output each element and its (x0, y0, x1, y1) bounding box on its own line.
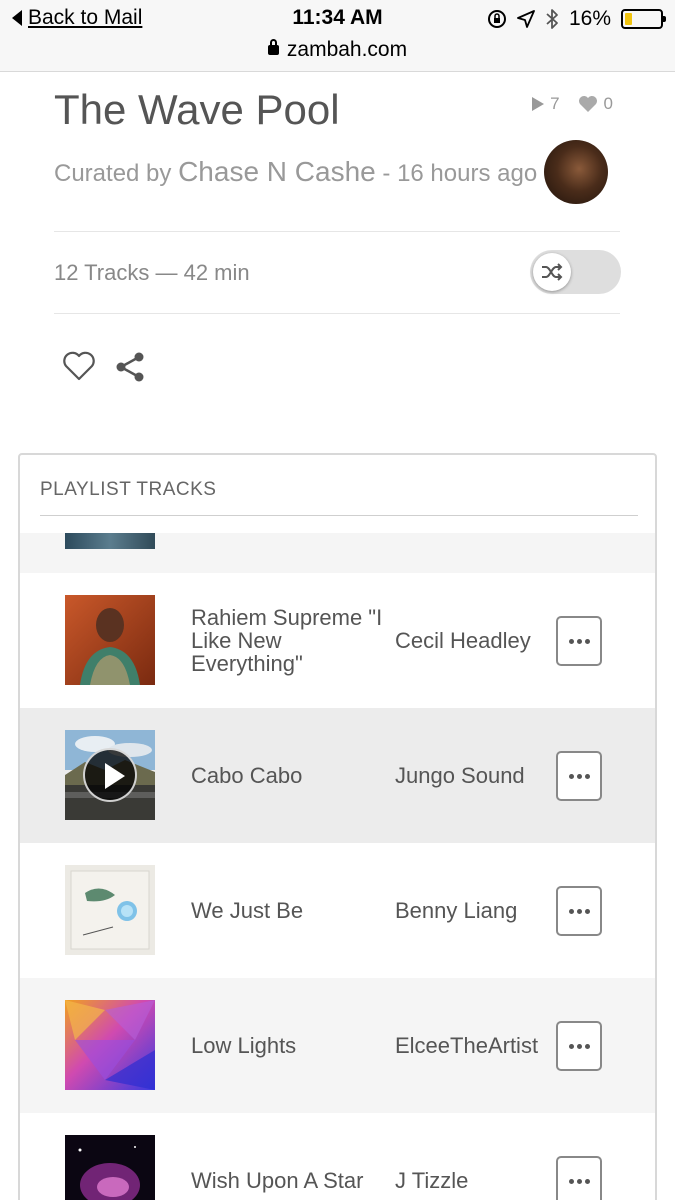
track-row[interactable]: Rahiem Supreme "I Like New Everything" C… (20, 573, 655, 708)
address-bar[interactable]: zambah.com (0, 38, 675, 62)
track-row-partial[interactable] (20, 533, 655, 573)
dot-icon (584, 773, 590, 779)
dot-icon (576, 638, 582, 644)
track-thumbnail (65, 1000, 155, 1090)
battery-fill (625, 13, 632, 25)
track-artist[interactable]: Jungo Sound (395, 708, 525, 843)
status-bar: Back to Mail 11:34 AM zambah.com 16% (0, 0, 675, 72)
dot-icon (568, 908, 574, 914)
curated-line: Curated by Chase N Cashe - 16 hours ago (54, 156, 537, 188)
tracks-summary: 12 Tracks — 42 min (54, 260, 250, 285)
track-row[interactable]: Wish Upon A Star J Tizzle (20, 1113, 655, 1200)
track-title[interactable]: We Just Be (191, 843, 396, 978)
time-ago: - 16 hours ago (382, 160, 538, 187)
track-thumbnail (65, 730, 155, 820)
share-icon[interactable] (114, 351, 146, 383)
playlist-stats: 7 0 (532, 94, 613, 114)
dot-icon (568, 638, 574, 644)
like-count: 0 (578, 94, 613, 114)
curator-avatar[interactable] (544, 140, 608, 204)
more-options-button[interactable] (556, 1021, 602, 1071)
shuffle-toggle[interactable] (530, 250, 621, 294)
dot-icon (576, 1043, 582, 1049)
lock-icon (267, 39, 279, 55)
divider (54, 313, 620, 314)
more-options-button[interactable] (556, 751, 602, 801)
track-thumbnail (65, 533, 155, 549)
track-title[interactable]: Low Lights (191, 978, 396, 1113)
curator-link[interactable]: Chase N Cashe (178, 156, 376, 187)
track-title[interactable]: Wish Upon A Star (191, 1113, 396, 1200)
track-thumbnail (65, 865, 155, 955)
heart-icon[interactable] (63, 351, 95, 381)
playlist-title: The Wave Pool (54, 86, 340, 133)
track-row-active[interactable]: Cabo Cabo Jungo Sound (20, 708, 655, 843)
track-artist[interactable]: Cecil Headley (395, 573, 531, 708)
status-icons: 16% (487, 7, 666, 31)
track-thumbnail (65, 1135, 155, 1200)
shuffle-icon (542, 263, 563, 281)
curated-prefix: Curated by (54, 160, 172, 187)
track-artist[interactable]: ElceeTheArtist (395, 978, 538, 1113)
like-count-value: 0 (603, 94, 613, 113)
track-row[interactable]: We Just Be Benny Liang (20, 843, 655, 978)
more-options-button[interactable] (556, 616, 602, 666)
dot-icon (576, 908, 582, 914)
track-artist[interactable]: J Tizzle (395, 1113, 468, 1200)
bluetooth-icon (546, 9, 558, 29)
playlist-tracks-panel[interactable]: PLAYLIST TRACKS Rahiem Supreme "I Like N… (18, 453, 657, 1200)
url-text: zambah.com (286, 38, 408, 61)
panel-divider (40, 515, 638, 516)
divider (54, 231, 620, 232)
dot-icon (584, 908, 590, 914)
play-count-value: 7 (550, 94, 560, 113)
more-options-button[interactable] (556, 886, 602, 936)
track-title[interactable]: Cabo Cabo (191, 708, 396, 843)
play-count: 7 (532, 94, 560, 114)
dot-icon (568, 773, 574, 779)
play-count-icon (532, 97, 545, 111)
dot-icon (584, 1178, 590, 1184)
track-row[interactable]: Low Lights ElceeTheArtist (20, 978, 655, 1113)
play-icon[interactable] (83, 748, 137, 802)
dot-icon (576, 1178, 582, 1184)
dot-icon (568, 1178, 574, 1184)
like-count-icon (578, 96, 597, 112)
track-thumbnail (65, 595, 155, 685)
dot-icon (568, 1043, 574, 1049)
dot-icon (576, 773, 582, 779)
battery-icon (621, 9, 666, 29)
panel-heading: PLAYLIST TRACKS (40, 479, 217, 500)
dot-icon (584, 638, 590, 644)
orientation-lock-icon (487, 10, 506, 28)
location-icon (517, 10, 535, 28)
dot-icon (584, 1043, 590, 1049)
more-options-button[interactable] (556, 1156, 602, 1200)
track-artist[interactable]: Benny Liang (395, 843, 517, 978)
shuffle-knob (533, 253, 571, 291)
track-title[interactable]: Rahiem Supreme "I Like New Everything" (191, 573, 396, 708)
battery-percent: 16% (568, 7, 611, 30)
